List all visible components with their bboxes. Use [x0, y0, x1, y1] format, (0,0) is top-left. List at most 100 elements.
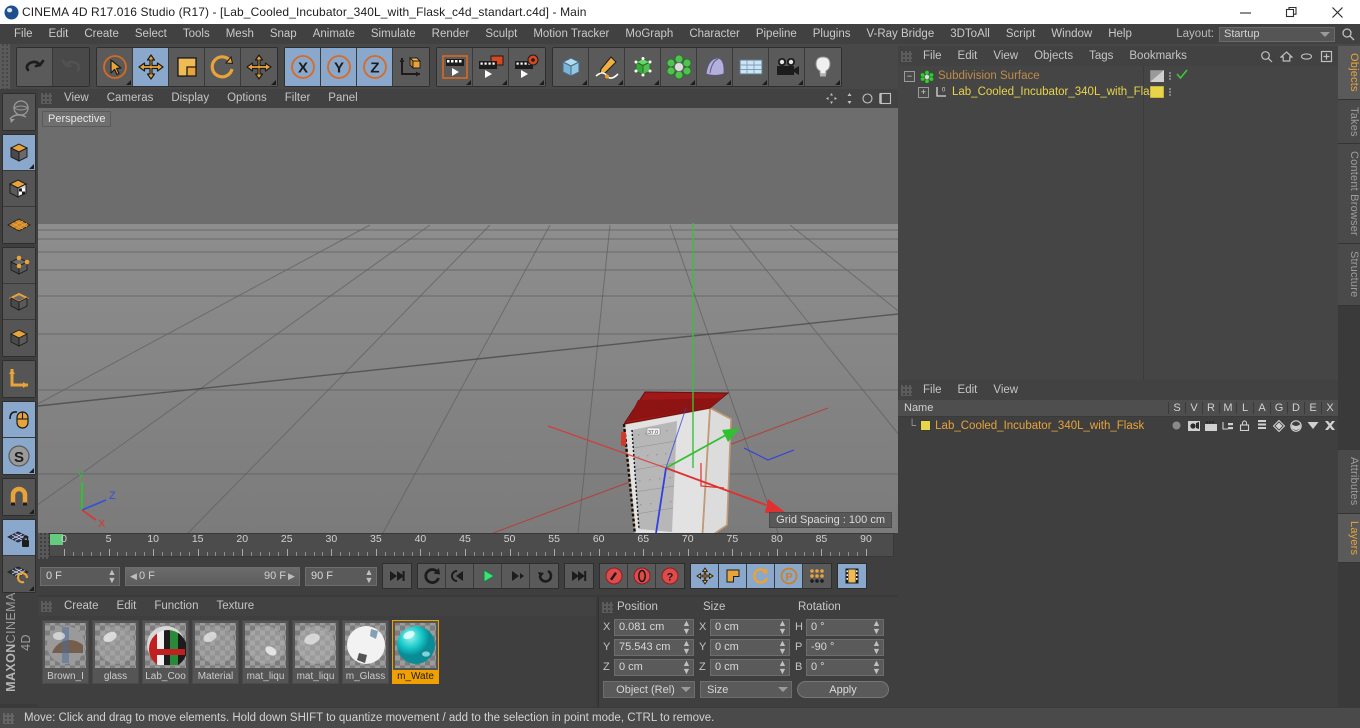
range-right-arrow-icon[interactable]: ▶ [286, 571, 297, 582]
maximize-viewport-icon[interactable] [878, 91, 893, 106]
point-level-animation-button[interactable] [803, 564, 831, 588]
object-row-lab-cooled-incubator[interactable]: + 0 Lab_Cooled_Incubator_340L_with_Flask [898, 84, 1338, 100]
tab-objects[interactable]: Objects [1338, 46, 1360, 100]
layer-col-g[interactable]: G [1270, 402, 1287, 414]
timeline-toggle-button[interactable] [838, 564, 866, 588]
menu-animate[interactable]: Animate [305, 24, 363, 44]
material-tile-mglass[interactable]: m_Glass [342, 620, 389, 684]
parameter-key-button[interactable]: P [775, 564, 803, 588]
axis-z-button[interactable]: Z [357, 47, 393, 86]
workplane-mode-button[interactable] [3, 207, 35, 243]
autokeying-button[interactable] [628, 564, 656, 588]
layer-cell-xref[interactable] [1321, 420, 1338, 431]
coordinate-mode-dropdown[interactable]: Object (Rel) [603, 681, 695, 698]
expander-toggle[interactable]: − [904, 70, 915, 82]
visibility-check-icon[interactable] [1176, 69, 1188, 83]
go-to-end-button[interactable] [565, 564, 593, 588]
position-y-spinner[interactable]: ▲ ▼ [682, 639, 691, 656]
material-menu-edit[interactable]: Edit [108, 597, 146, 616]
rotation-p-field[interactable]: -90 ° ▲ ▼ [806, 638, 884, 656]
menu-tools[interactable]: Tools [175, 24, 218, 44]
object-manager[interactable]: − Subdivision Surface + 0 Lab_Cooled_Inc… [898, 66, 1338, 394]
viewport-menu-filter[interactable]: Filter [276, 89, 320, 108]
layer-cell-visible[interactable] [1185, 420, 1202, 431]
layout-dropdown[interactable]: Startup [1219, 26, 1335, 42]
deformer-button[interactable] [661, 47, 697, 86]
snap-button[interactable] [3, 479, 35, 515]
redo-button[interactable] [53, 47, 89, 86]
object-axis-button[interactable] [3, 361, 35, 397]
world-coordinate-button[interactable] [393, 47, 429, 86]
menu-script[interactable]: Script [998, 24, 1043, 44]
tab-content-browser[interactable]: Content Browser [1338, 144, 1360, 245]
object-row-subdivision-surface[interactable]: − Subdivision Surface [898, 68, 1338, 84]
layer-menu-edit[interactable]: Edit [950, 380, 986, 400]
range-left-arrow-icon[interactable]: ◀ [128, 571, 139, 582]
current-frame-field[interactable]: 0 F ▲ ▼ [40, 566, 120, 586]
enable-axis-button[interactable] [3, 402, 35, 438]
menu-simulate[interactable]: Simulate [363, 24, 424, 44]
menu-file[interactable]: File [6, 24, 41, 44]
material-tag-icon[interactable] [1149, 85, 1165, 99]
viewport-solo-button[interactable]: S [3, 438, 35, 474]
model-mode-button[interactable] [3, 135, 35, 171]
undo-view-button[interactable] [3, 94, 35, 130]
material-menu-function[interactable]: Function [145, 597, 207, 616]
position-x-field[interactable]: 0.081 cm ▲ ▼ [614, 618, 694, 636]
restore-button[interactable] [1268, 0, 1314, 24]
keyframe-selection-button[interactable]: ? [656, 564, 684, 588]
primitive-cube-button[interactable] [553, 47, 589, 86]
add-layout-icon[interactable] [1319, 49, 1334, 64]
next-frame-button[interactable] [502, 564, 530, 588]
material-tile-brown[interactable]: Brown_I [42, 620, 89, 684]
play-button[interactable] [474, 564, 502, 588]
layer-color-swatch[interactable] [920, 420, 932, 431]
camera-button[interactable] [769, 47, 805, 86]
layer-col-r[interactable]: R [1202, 402, 1219, 414]
layer-col-x[interactable]: X [1321, 402, 1338, 414]
layer-cell-expression[interactable] [1304, 421, 1321, 430]
material-manager-grip[interactable] [41, 601, 52, 612]
object-menu-tags[interactable]: Tags [1081, 46, 1121, 66]
timeline-grip[interactable] [38, 533, 49, 559]
coordinates-grip[interactable] [602, 601, 613, 613]
object-manager-grip[interactable] [901, 50, 912, 62]
expander-toggle[interactable]: + [918, 86, 929, 98]
scale-key-button[interactable] [719, 564, 747, 588]
layer-menu-file[interactable]: File [915, 380, 950, 400]
menu-character[interactable]: Character [681, 24, 748, 44]
scale-tool-button[interactable] [169, 47, 205, 86]
max-frame-field[interactable]: 90 F ▲ ▼ [305, 566, 377, 586]
rotation-h-spinner[interactable]: ▲ ▼ [872, 619, 881, 636]
material-menu-texture[interactable]: Texture [207, 597, 263, 616]
close-button[interactable] [1314, 0, 1360, 24]
live-selection-tool-button[interactable] [97, 47, 133, 86]
layer-col-a[interactable]: A [1253, 402, 1270, 414]
viewport-menu-options[interactable]: Options [218, 89, 276, 108]
menu-window[interactable]: Window [1043, 24, 1100, 44]
search-icon[interactable] [1259, 49, 1274, 64]
layer-col-l[interactable]: L [1236, 402, 1253, 414]
position-z-field[interactable]: 0 cm ▲ ▼ [614, 658, 694, 676]
render-settings-button[interactable] [509, 47, 545, 86]
rotation-b-field[interactable]: 0 ° ▲ ▼ [806, 658, 884, 676]
loop-button[interactable] [418, 564, 446, 588]
layer-cell-lock[interactable] [1236, 420, 1253, 431]
material-tile-labcoo[interactable]: Lab_Coo [142, 620, 189, 684]
position-key-button[interactable] [691, 564, 719, 588]
object-menu-bookmarks[interactable]: Bookmarks [1121, 46, 1195, 66]
spline-pen-button[interactable] [589, 47, 625, 86]
menu-vray-bridge[interactable]: V-Ray Bridge [858, 24, 942, 44]
pan-view-icon[interactable] [824, 91, 839, 106]
minimize-button[interactable] [1222, 0, 1268, 24]
viewport-menu-view[interactable]: View [55, 89, 98, 108]
layer-cell-manager[interactable] [1219, 421, 1236, 431]
workplane-rotate-button[interactable] [3, 556, 35, 592]
layer-cell-render[interactable] [1202, 420, 1219, 431]
move-tool-button[interactable] [133, 47, 169, 86]
axis-y-button[interactable]: Y [321, 47, 357, 86]
object-menu-edit[interactable]: Edit [950, 46, 986, 66]
material-tile-matliqu1[interactable]: mat_liqu [242, 620, 289, 684]
go-to-start-button[interactable] [383, 564, 411, 588]
workplane-lock-button[interactable] [3, 520, 35, 556]
